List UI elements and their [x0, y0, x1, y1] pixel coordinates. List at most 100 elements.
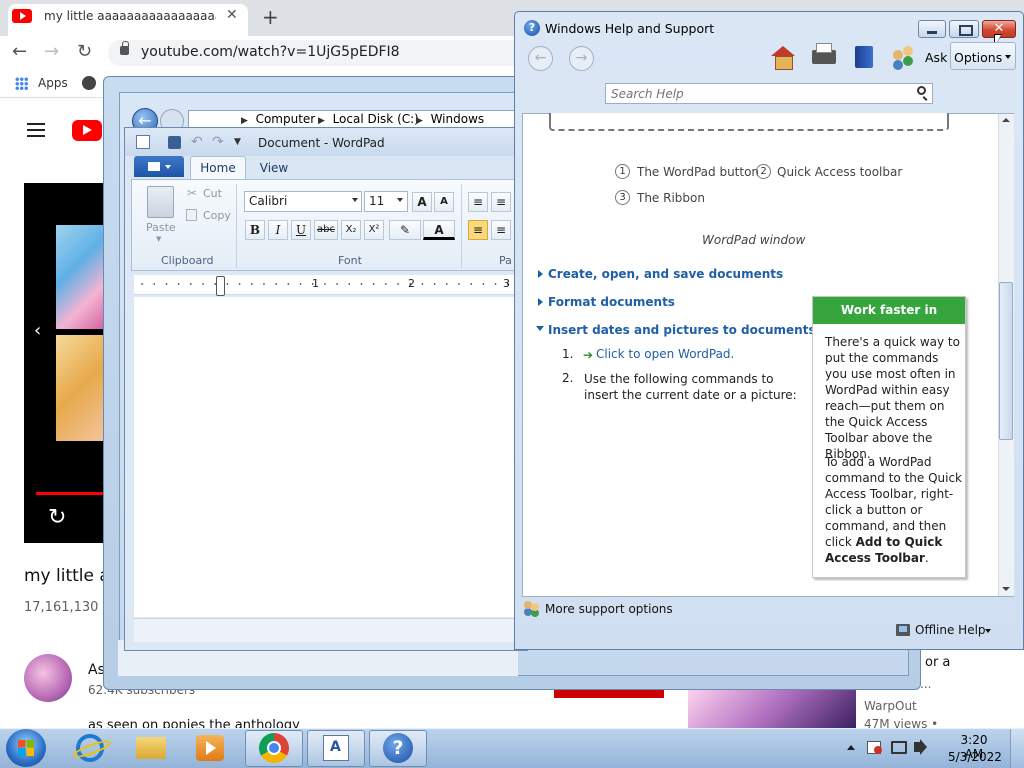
tab-home[interactable]: Home [190, 156, 246, 180]
chevron-down-icon[interactable] [397, 198, 403, 202]
scrollbar-thumb[interactable] [999, 282, 1013, 440]
help-support-icon[interactable]: ? [383, 733, 413, 763]
increase-indent-button[interactable]: ≡ [491, 192, 511, 212]
folder-icon[interactable] [136, 737, 166, 759]
recommended-video-title-fragment[interactable]: or a [925, 655, 950, 670]
breadcrumb-computer[interactable]: ▶ Computer [241, 112, 315, 126]
recommended-video-author[interactable]: WarpOut [864, 699, 917, 713]
quick-access-customize-icon[interactable]: ▼ [234, 137, 241, 147]
network-icon[interactable] [891, 741, 907, 754]
ask-button-label[interactable]: Ask [925, 50, 947, 65]
ask-people-icon[interactable] [893, 46, 915, 68]
copy-button-label[interactable]: Copy [203, 209, 231, 222]
wordpad-status-bar [134, 618, 527, 642]
strikethrough-button[interactable]: abc [314, 220, 338, 240]
chevron-down-icon[interactable] [352, 198, 358, 202]
expand-arrow-icon[interactable] [538, 298, 543, 306]
chrome-url-text[interactable]: youtube.com/watch?v=1UjG5pEDFI8 [141, 44, 400, 60]
apps-grid-icon[interactable] [15, 77, 28, 90]
youtube-menu-icon[interactable] [27, 123, 45, 137]
shrink-font-button[interactable]: A [434, 192, 454, 212]
align-left-button[interactable]: ≡ [468, 220, 488, 240]
wordpad-app-icon[interactable] [136, 135, 150, 149]
underline-button[interactable]: U [291, 220, 311, 240]
chevron-down-icon[interactable] [985, 629, 991, 633]
document-editing-area[interactable] [134, 297, 527, 617]
chrome-new-tab-button[interactable]: + [262, 5, 279, 29]
bookmark-apps-label[interactable]: Apps [38, 76, 68, 90]
wordpad-icon[interactable] [323, 735, 349, 761]
paste-button-label[interactable]: Paste [146, 221, 176, 234]
volume-icon[interactable] [914, 742, 920, 752]
section-insert-dates-pictures[interactable]: Insert dates and pictures to documents [548, 323, 816, 337]
help-forward-button[interactable]: → [569, 46, 594, 71]
wordpad-menu-button[interactable] [134, 156, 184, 177]
click-to-open-wordpad-link[interactable]: Click to open WordPad. [596, 347, 734, 361]
cut-button-label[interactable]: Cut [203, 187, 222, 200]
media-player-icon[interactable] [196, 735, 224, 761]
support-people-icon[interactable] [524, 601, 540, 615]
minimize-button[interactable] [918, 20, 946, 38]
browse-help-book-icon[interactable] [855, 46, 873, 68]
youtube-logo-icon[interactable] [72, 120, 102, 141]
channel-avatar[interactable] [24, 654, 72, 702]
offline-help-icon[interactable] [896, 624, 910, 636]
undo-icon[interactable]: ↶ [191, 134, 203, 150]
italic-button[interactable]: I [268, 220, 288, 240]
paste-icon[interactable] [147, 186, 174, 218]
chevron-down-icon[interactable] [1005, 55, 1011, 59]
ruler[interactable] [134, 275, 527, 295]
globe-icon[interactable] [82, 76, 96, 90]
text-color-button[interactable]: A [423, 220, 455, 240]
help-back-button[interactable]: ← [528, 46, 553, 71]
print-icon[interactable] [812, 43, 836, 64]
start-button[interactable] [6, 729, 46, 767]
replay-icon[interactable]: ↻ [48, 505, 66, 530]
scroll-down-icon[interactable] [1002, 587, 1010, 591]
breadcrumb-local-disk[interactable]: ▶ Local Disk (C:) [318, 112, 419, 126]
internet-explorer-icon[interactable] [76, 734, 104, 762]
copy-icon[interactable] [186, 209, 197, 221]
align-center-button[interactable]: ≡ [491, 220, 511, 240]
offline-help-button[interactable]: Offline Help [915, 623, 986, 637]
chrome-icon[interactable] [259, 733, 289, 763]
superscript-button[interactable]: X² [364, 220, 384, 240]
bold-button[interactable]: B [245, 220, 265, 240]
grow-font-button[interactable]: A [412, 192, 432, 212]
search-help-input[interactable] [605, 83, 933, 104]
maximize-button[interactable] [949, 20, 979, 38]
action-center-flag-icon[interactable] [867, 741, 882, 754]
save-icon[interactable] [168, 136, 181, 149]
more-support-options-link[interactable]: More support options [545, 602, 673, 616]
chrome-forward-button[interactable]: → [44, 41, 59, 62]
scroll-up-icon[interactable] [1002, 118, 1010, 122]
highlight-color-button[interactable]: ✎ [389, 220, 421, 240]
subscript-button[interactable]: X₂ [341, 220, 361, 240]
breadcrumb-windows[interactable]: ▶ Windows [416, 112, 484, 126]
redo-icon[interactable]: ↷ [212, 134, 224, 150]
tab-view[interactable]: View [250, 158, 298, 180]
clock-date[interactable]: 5/3/2022 [948, 750, 1002, 764]
search-icon[interactable] [917, 86, 926, 95]
decrease-indent-button[interactable]: ≡ [468, 192, 488, 212]
paste-dropdown-icon[interactable]: ▼ [156, 235, 161, 243]
illustration-caption: WordPad window [702, 233, 806, 247]
chrome-tab-close-icon[interactable]: ✕ [226, 7, 238, 23]
collapse-arrow-icon[interactable] [536, 326, 544, 331]
indent-marker-handle[interactable] [216, 276, 225, 296]
lock-icon[interactable] [120, 41, 129, 55]
options-button-label[interactable]: Options [954, 50, 1002, 65]
chevron-left-icon[interactable]: ‹ [34, 320, 41, 341]
expand-arrow-icon[interactable] [538, 270, 543, 278]
home-icon[interactable] [771, 46, 795, 70]
show-hidden-icons-icon[interactable] [847, 745, 855, 750]
cut-icon[interactable]: ✂ [187, 186, 197, 200]
video-progress-bar[interactable] [36, 492, 106, 495]
chrome-reload-button[interactable]: ↻ [77, 41, 92, 62]
section-format-documents[interactable]: Format documents [548, 295, 675, 309]
chrome-back-button[interactable]: ← [12, 41, 27, 62]
recommended-video-thumbnail[interactable] [688, 688, 856, 728]
font-family-dropdown[interactable]: Calibri [244, 191, 362, 212]
section-create-open-save[interactable]: Create, open, and save documents [548, 267, 783, 281]
show-desktop-button[interactable] [1010, 729, 1024, 768]
